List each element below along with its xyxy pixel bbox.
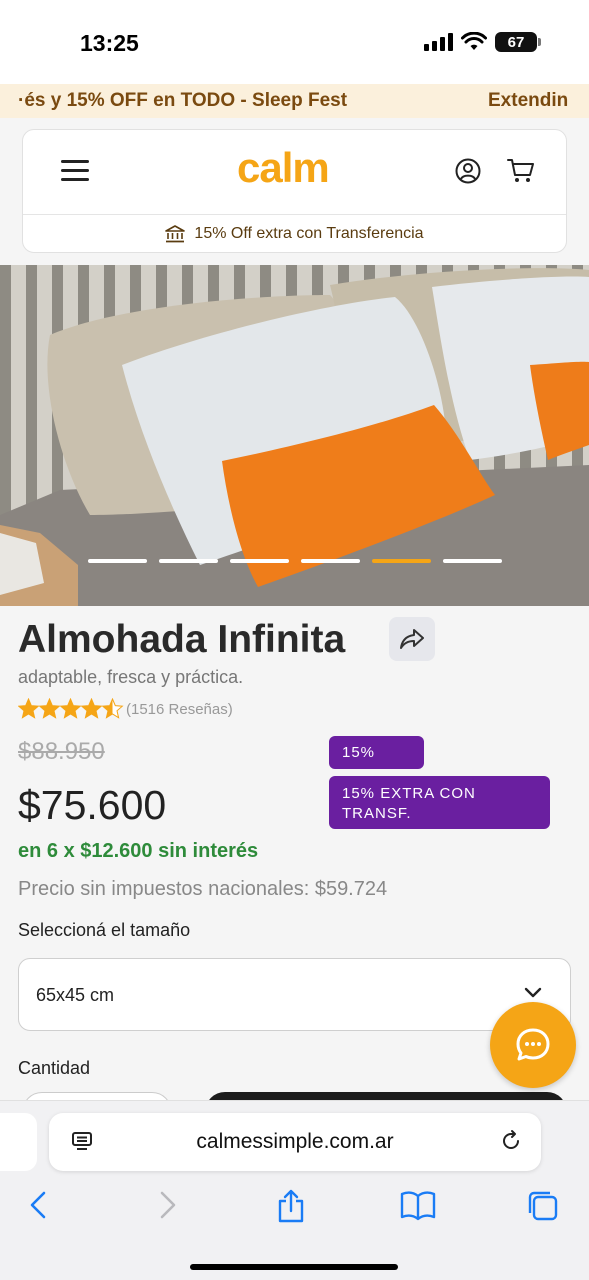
price-without-taxes: Precio sin impuestos nacionales: $59.724 bbox=[18, 878, 388, 900]
user-account-icon[interactable] bbox=[455, 158, 481, 184]
gallery-dot[interactable] bbox=[88, 559, 147, 563]
quantity-label: Cantidad bbox=[18, 1058, 91, 1078]
share-button[interactable] bbox=[389, 617, 435, 661]
previous-tab-preview[interactable] bbox=[0, 1113, 37, 1171]
wifi-icon bbox=[461, 32, 487, 50]
gallery-dot[interactable] bbox=[159, 559, 218, 563]
product-image-gallery[interactable] bbox=[0, 265, 589, 606]
browser-nav-row bbox=[0, 1189, 589, 1225]
calm-logo[interactable]: calm bbox=[237, 144, 330, 192]
browser-toolbar: calmessimple.com.ar bbox=[0, 1100, 589, 1280]
signal-icon bbox=[424, 33, 453, 51]
gallery-dot-active[interactable] bbox=[372, 559, 431, 563]
promo-banner[interactable]: ·és y 15% OFF en TODO - Sleep Fest Exten… bbox=[0, 84, 589, 118]
back-icon[interactable] bbox=[28, 1189, 50, 1221]
status-bar: 13:25 67 bbox=[0, 0, 589, 84]
chevron-down-icon bbox=[524, 987, 542, 998]
transfer-note-text: 15% Off extra con Transferencia bbox=[194, 225, 424, 242]
current-price: $75.600 bbox=[18, 782, 167, 828]
address-bar[interactable]: calmessimple.com.ar bbox=[49, 1113, 541, 1171]
tabs-icon[interactable] bbox=[526, 1189, 560, 1223]
gallery-dot[interactable] bbox=[443, 559, 502, 563]
original-price: $88.950 bbox=[18, 738, 105, 765]
promo-text-continued: Extendin bbox=[488, 90, 569, 111]
size-label: Seleccioná el tamaño bbox=[18, 920, 191, 940]
reload-icon[interactable] bbox=[499, 1129, 523, 1153]
gallery-dot[interactable] bbox=[230, 559, 289, 563]
product-subtitle: adaptable, fresca y práctica. bbox=[18, 667, 244, 687]
rating-row[interactable]: (1516 Reseñas) bbox=[18, 698, 233, 720]
product-title: Almohada Infinita bbox=[18, 618, 346, 661]
bank-icon bbox=[165, 225, 186, 243]
hamburger-menu-icon[interactable] bbox=[61, 160, 89, 182]
transfer-discount-note: 15% Off extra con Transferencia bbox=[23, 215, 566, 253]
status-time: 13:25 bbox=[80, 30, 139, 56]
product-photo bbox=[0, 265, 589, 606]
share-arrow-icon bbox=[400, 629, 424, 649]
star-rating-icon bbox=[18, 698, 124, 719]
shopping-cart-icon[interactable] bbox=[507, 158, 535, 184]
installments-text: en 6 x $12.600 sin interés bbox=[18, 840, 259, 862]
chat-button[interactable] bbox=[490, 1002, 576, 1088]
size-select[interactable]: 65x45 cm bbox=[18, 958, 571, 1031]
forward-icon[interactable] bbox=[156, 1189, 178, 1221]
url-text: calmessimple.com.ar bbox=[196, 1130, 394, 1153]
battery-indicator: 67 bbox=[495, 32, 541, 52]
status-icons: 67 bbox=[424, 32, 541, 52]
gallery-pagination bbox=[88, 559, 502, 563]
share-icon[interactable] bbox=[276, 1189, 306, 1223]
reviews-count[interactable]: (1516 Reseñas) bbox=[126, 701, 233, 718]
bookmarks-icon[interactable] bbox=[400, 1189, 436, 1221]
promo-text: ·és y 15% OFF en TODO - Sleep Fest bbox=[18, 90, 348, 111]
site-header: calm 15% Off extra con Transferencia bbox=[22, 129, 567, 253]
size-selected-value: 65x45 cm bbox=[36, 985, 115, 1005]
chat-bubble-icon bbox=[516, 1028, 550, 1061]
gallery-dot[interactable] bbox=[301, 559, 360, 563]
home-indicator bbox=[190, 1264, 398, 1270]
discount-badge: 15% OFF bbox=[329, 736, 424, 794]
transfer-discount-badge: 15% EXTRA CON TRANSF. bbox=[329, 776, 550, 829]
